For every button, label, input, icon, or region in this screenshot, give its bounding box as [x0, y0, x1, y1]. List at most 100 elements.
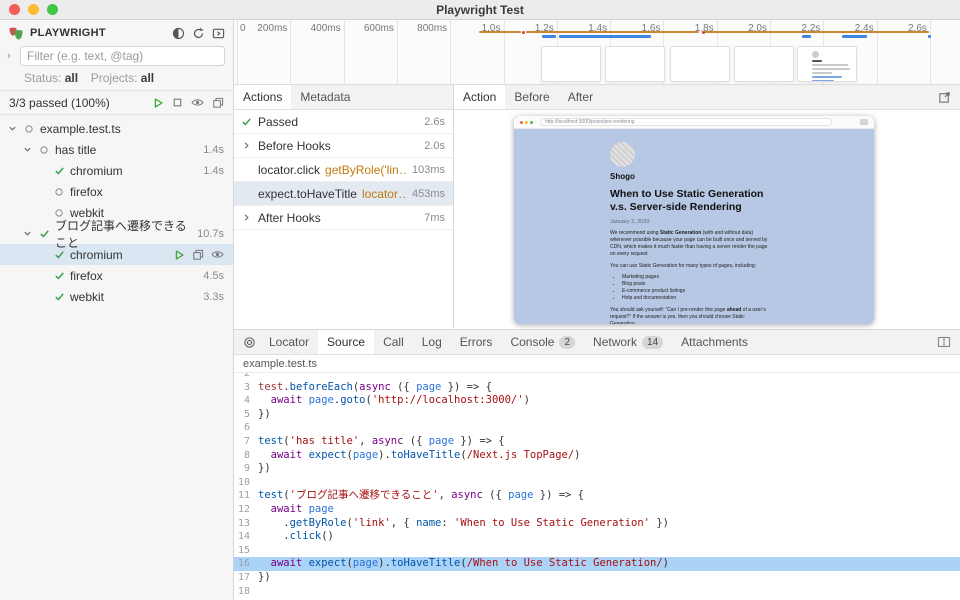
eye-icon[interactable] [191, 97, 204, 108]
projects-value[interactable]: all [141, 71, 154, 85]
tab-call[interactable]: Call [374, 330, 413, 354]
line-number: 15 [234, 544, 258, 558]
tree-item--[interactable]: ブログ記事へ遷移できること10.7s [0, 223, 233, 244]
close-window-button[interactable] [9, 4, 20, 15]
filter-input[interactable] [20, 46, 225, 66]
line-number: 17 [234, 571, 258, 585]
action-row-locator-click[interactable]: locator.clickgetByRole('lin…103ms [234, 158, 453, 182]
details-panel: LocatorSourceCallLogErrorsConsole2Networ… [234, 330, 960, 600]
timeline-screenshot-thumbnail[interactable] [797, 46, 857, 82]
action-title: locator.click [258, 163, 320, 177]
tree-item-chromium[interactable]: chromium1.4s [0, 160, 233, 181]
tab-count-badge: 2 [559, 336, 575, 349]
action-row-before-hooks[interactable]: Before Hooks2.0s [234, 134, 453, 158]
tree-item-label: example.test.ts [40, 122, 121, 136]
actions-tabbar: Actions Metadata [234, 85, 453, 110]
tab-metadata[interactable]: Metadata [291, 85, 359, 109]
code-line: 7test('has title', async ({ page }) => { [234, 435, 960, 449]
snapshot-minimize-icon [525, 121, 528, 124]
tab-locator[interactable]: Locator [260, 330, 318, 354]
page-snapshot: http://localhost:3000/posts/pre-renderin… [514, 116, 874, 324]
action-duration: 453ms [412, 188, 445, 200]
chevron-right-icon[interactable]: › [7, 50, 15, 62]
action-title: Before Hooks [258, 139, 331, 153]
tab-label: Before [514, 90, 549, 104]
tree-item-chromium[interactable]: chromium [0, 244, 233, 265]
contrast-icon[interactable] [172, 27, 185, 40]
tab-console[interactable]: Console2 [501, 330, 584, 354]
reload-icon[interactable] [192, 27, 205, 40]
tab-label: Network [593, 335, 637, 349]
tree-item-firefox[interactable]: firefox4.5s [0, 265, 233, 286]
snapshot-zoom-icon [530, 121, 533, 124]
action-row-expect-tohavetitle[interactable]: expect.toHaveTitlelocator…453ms [234, 182, 453, 206]
popout-icon[interactable] [938, 91, 951, 104]
line-number: 2 [234, 373, 258, 381]
timeline-network-bar [479, 31, 521, 33]
code-line: 17}) [234, 571, 960, 585]
timeline-screenshot-thumbnail[interactable] [734, 46, 794, 82]
panel-icon[interactable] [212, 27, 225, 40]
tab-after[interactable]: After [559, 85, 602, 109]
minimize-window-button[interactable] [28, 4, 39, 15]
target-icon[interactable] [243, 336, 256, 349]
code-line-highlighted: 16 await expect(page).toHaveTitle(/When … [234, 557, 960, 571]
tab-errors[interactable]: Errors [451, 330, 502, 354]
action-row-after-hooks[interactable]: After Hooks7ms [234, 206, 453, 230]
tab-count-badge: 14 [642, 336, 663, 349]
action-row-passed[interactable]: Passed2.6s [234, 110, 453, 134]
action-duration: 103ms [412, 164, 445, 176]
tab-attachments[interactable]: Attachments [672, 330, 757, 354]
source-code[interactable]: 23test.beforeEach(async ({ page }) => {4… [234, 373, 960, 600]
status-value[interactable]: all [65, 71, 78, 85]
not-run-circle-icon [53, 187, 65, 197]
timeline-action-bar [802, 35, 811, 38]
columns-icon[interactable] [937, 336, 951, 348]
passed-check-icon [53, 270, 65, 281]
tree-item-label: ブログ記事へ遷移できること [55, 217, 192, 251]
code-text: .click() [258, 530, 334, 544]
chevron-down-icon[interactable] [6, 124, 18, 133]
play-icon[interactable] [152, 97, 164, 109]
chevron-down-icon[interactable] [21, 229, 33, 238]
chevron-down-icon[interactable] [21, 145, 33, 154]
code-text: }) [258, 571, 271, 585]
code-line: 14 .click() [234, 530, 960, 544]
tab-label: Attachments [681, 335, 748, 349]
eye-icon[interactable] [211, 249, 224, 260]
play-icon[interactable] [173, 249, 185, 261]
timeline-screenshot-thumbnail[interactable] [605, 46, 665, 82]
zoom-window-button[interactable] [47, 4, 58, 15]
timeline-screenshot-thumbnail[interactable] [670, 46, 730, 82]
run-summary: 3/3 passed (100%) [9, 96, 110, 110]
tab-before[interactable]: Before [505, 85, 558, 109]
run-toolbar [152, 97, 224, 109]
timeline-tick-label: 400ms [288, 23, 341, 34]
post-paragraph-2: You can use Static Generation for many t… [610, 263, 772, 270]
tab-action[interactable]: Action [454, 85, 505, 109]
code-line: 12 await page [234, 503, 960, 517]
copy-icon[interactable] [212, 97, 224, 109]
tree-item-example-test-ts[interactable]: example.test.ts [0, 118, 233, 139]
code-text: .getByRole('link', { name: 'When to Use … [258, 517, 669, 531]
tab-source[interactable]: Source [318, 330, 374, 354]
tab-network[interactable]: Network 14 [584, 330, 672, 354]
window-title: Playwright Test [436, 3, 524, 17]
chevron-right-icon[interactable] [240, 141, 253, 150]
timeline-screenshot-thumbnail[interactable] [541, 46, 601, 82]
tab-label: Source [327, 335, 365, 349]
line-number: 3 [234, 381, 258, 395]
chevron-right-icon[interactable] [240, 213, 253, 222]
tab-actions[interactable]: Actions [234, 85, 291, 109]
timeline[interactable]: 0200ms400ms600ms800ms1.0s1.2s1.4s1.6s1.8… [234, 20, 960, 85]
line-number: 14 [234, 530, 258, 544]
tab-log[interactable]: Log [413, 330, 451, 354]
tree-item-firefox[interactable]: firefox [0, 181, 233, 202]
tab-label: Actions [243, 90, 282, 104]
source-icon[interactable] [192, 249, 204, 261]
stop-icon[interactable] [172, 97, 183, 108]
code-line: 8 await expect(page).toHaveTitle(/Next.j… [234, 449, 960, 463]
tree-item-webkit[interactable]: webkit3.3s [0, 286, 233, 307]
timeline-action-bar [928, 35, 931, 38]
tree-item-has-title[interactable]: has title1.4s [0, 139, 233, 160]
